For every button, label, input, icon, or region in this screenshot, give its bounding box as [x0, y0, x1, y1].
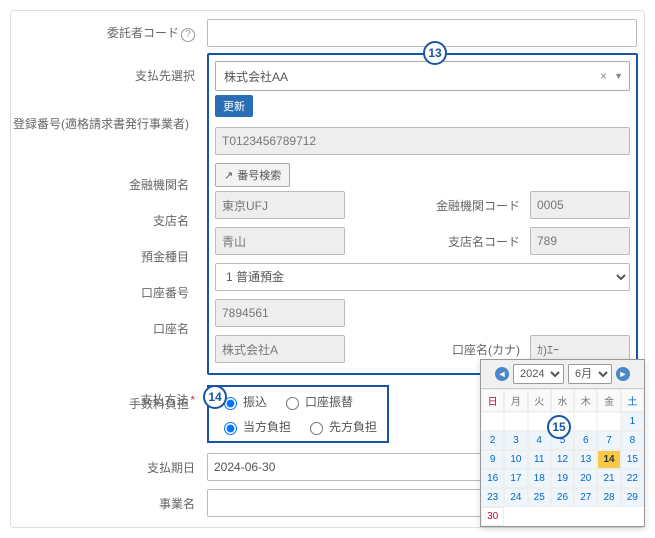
branch-name-input: [215, 227, 345, 255]
label-bank-code: 金融機関コード: [430, 197, 530, 214]
cal-dow: 水: [551, 389, 574, 412]
consignor-code-input[interactable]: [207, 19, 637, 47]
pay-method-box: 振込 口座振替 当方負担 先方負担: [207, 385, 389, 443]
label-pay-due: 支払期日: [17, 459, 207, 476]
cal-prev-button[interactable]: ◄: [495, 367, 509, 381]
help-icon[interactable]: ?: [181, 28, 195, 42]
payee-selected-value: 株式会社AA: [224, 68, 288, 85]
cal-day[interactable]: 7: [597, 431, 620, 450]
cal-day[interactable]: 11: [528, 450, 551, 469]
reg-number-input: [215, 127, 630, 155]
label-branch-code: 支店名コード: [430, 233, 530, 250]
label-account-name-kana: 口座名(カナ): [430, 341, 530, 358]
cal-day[interactable]: 6: [574, 431, 597, 450]
cal-dow: 土: [621, 389, 644, 412]
payee-select[interactable]: 株式会社AA × ▼: [215, 61, 630, 91]
cal-day[interactable]: 16: [481, 469, 504, 488]
callout-15: 15: [547, 415, 571, 439]
cal-day[interactable]: 22: [621, 469, 644, 488]
cal-next-button[interactable]: ►: [616, 367, 630, 381]
cal-dow: 金: [597, 389, 620, 412]
cal-dow: 木: [574, 389, 597, 412]
update-badge[interactable]: 更新: [215, 95, 253, 117]
label-account-number: 口座番号: [11, 284, 201, 301]
cal-day[interactable]: 3: [504, 431, 527, 450]
radio-debit[interactable]: 口座振替: [281, 393, 353, 410]
cal-day[interactable]: 2: [481, 431, 504, 450]
cal-day-empty: [481, 412, 504, 431]
cal-day-empty: [504, 412, 527, 431]
bank-code-input: [530, 191, 630, 219]
calendar: ◄ 2024 6月 ► 日月火水木金土123456789101112131415…: [480, 359, 645, 527]
payee-highlight-box: 株式会社AA × ▼ 更新 ↗ 番号検索: [207, 53, 638, 375]
cal-day[interactable]: 8: [621, 431, 644, 450]
cal-day[interactable]: 24: [504, 488, 527, 507]
cal-day[interactable]: 28: [597, 488, 620, 507]
cal-day[interactable]: 19: [551, 469, 574, 488]
cal-day[interactable]: 21: [597, 469, 620, 488]
cal-day[interactable]: 12: [551, 450, 574, 469]
cal-day[interactable]: 17: [504, 469, 527, 488]
callout-14: 14: [203, 385, 227, 409]
label-bank-name: 金融機関名: [11, 176, 201, 193]
cal-day[interactable]: 23: [481, 488, 504, 507]
account-number-input: [215, 299, 345, 327]
cal-day[interactable]: 30: [481, 507, 504, 526]
bank-name-input: [215, 191, 345, 219]
label-business-name: 事業名: [17, 495, 207, 512]
chevron-down-icon[interactable]: ▼: [614, 71, 623, 81]
cal-day[interactable]: 10: [504, 450, 527, 469]
cal-day[interactable]: 1: [621, 412, 644, 431]
business-name-input[interactable]: [207, 489, 487, 517]
number-search-button[interactable]: ↗ 番号検索: [215, 163, 290, 187]
label-payee-select: 支払先選択: [17, 51, 207, 84]
label-account-type: 預金種目: [11, 248, 201, 265]
cal-day[interactable]: 18: [528, 469, 551, 488]
cal-day-empty: [597, 412, 620, 431]
radio-fee-theirs[interactable]: 先方負担: [305, 418, 377, 435]
cal-day[interactable]: 27: [574, 488, 597, 507]
cal-month-select[interactable]: 6月: [568, 364, 612, 384]
branch-code-input: [530, 227, 630, 255]
radio-fee-ours[interactable]: 当方負担: [219, 418, 291, 435]
pay-due-input[interactable]: [207, 453, 487, 481]
cal-day-empty: [574, 412, 597, 431]
label-consignor-code: 委託者コード?: [17, 24, 207, 42]
cal-day[interactable]: 15: [621, 450, 644, 469]
cal-day[interactable]: 29: [621, 488, 644, 507]
cal-dow: 火: [528, 389, 551, 412]
clear-icon[interactable]: ×: [600, 69, 607, 83]
callout-13: 13: [423, 41, 447, 65]
cal-day[interactable]: 13: [574, 450, 597, 469]
cal-day[interactable]: 26: [551, 488, 574, 507]
cal-dow: 月: [504, 389, 527, 412]
label-account-name: 口座名: [11, 320, 201, 337]
label-branch-name: 支店名: [11, 212, 201, 229]
label-fee-bearer: 手数料負担: [11, 395, 201, 412]
external-link-icon: ↗: [224, 169, 233, 182]
cal-day[interactable]: 14: [597, 450, 620, 469]
cal-day[interactable]: 9: [481, 450, 504, 469]
cal-day[interactable]: 4: [528, 431, 551, 450]
account-name-input: [215, 335, 345, 363]
label-reg-number: 登録番号(適格請求書発行事業者): [11, 115, 201, 132]
cal-day[interactable]: 25: [528, 488, 551, 507]
cal-year-select[interactable]: 2024: [513, 364, 564, 384]
cal-dow: 日: [481, 389, 504, 412]
account-type-select[interactable]: 1 普通預金: [215, 263, 630, 291]
cal-day[interactable]: 20: [574, 469, 597, 488]
